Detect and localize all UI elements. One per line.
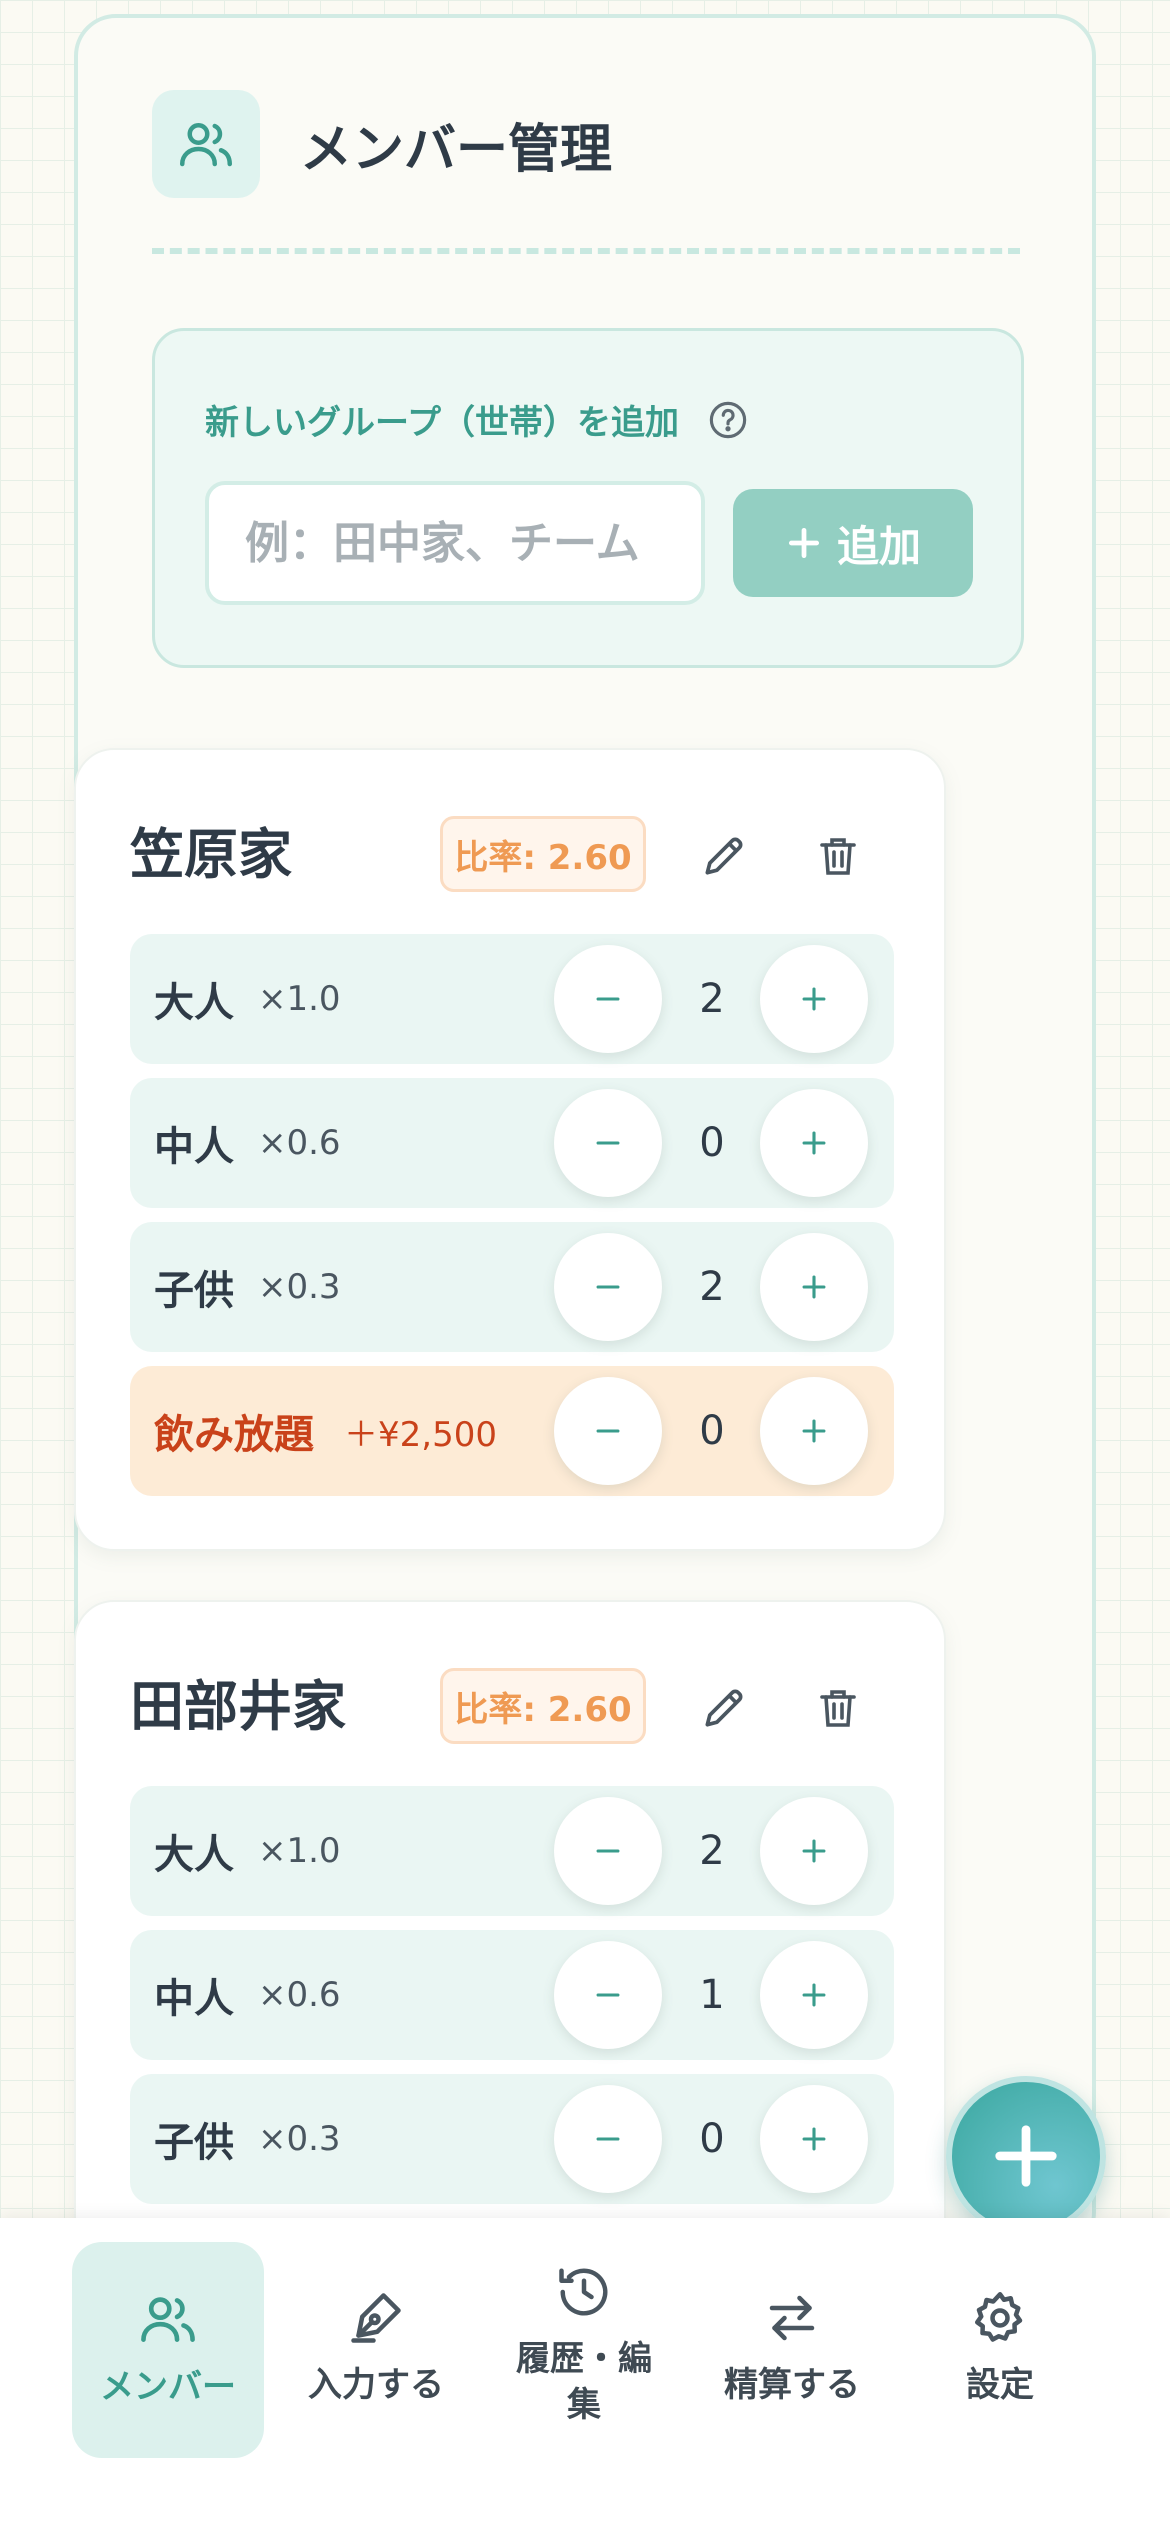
fab-add-button[interactable] (946, 2076, 1106, 2236)
decrement-button[interactable] (554, 1233, 662, 1341)
decrement-button[interactable] (554, 2085, 662, 2193)
plus-icon (802, 1983, 826, 2007)
member-row-middle: 中人 ×0.6 0 (130, 1078, 894, 1208)
count-value: 0 (699, 2116, 725, 2162)
add-group-label: 新しいグループ（世帯）を追加 (205, 403, 679, 443)
row-label: 飲み放題 (154, 1412, 314, 1458)
member-row-adult: 大人 ×1.0 2 (130, 934, 894, 1064)
transfer-icon (769, 2295, 815, 2341)
plus-icon (802, 987, 826, 1011)
nav-members[interactable]: メンバー (72, 2242, 264, 2458)
count-value: 0 (699, 1120, 725, 1166)
decrement-button[interactable] (554, 1797, 662, 1905)
minus-icon (596, 2137, 620, 2141)
nav-label: 入力する (308, 2365, 444, 2405)
household-card: 田部井家 比率: 2.60 大人 ×1.0 2 中人 ×0.6 1 子供 ×0.… (74, 1600, 946, 2320)
group-name-input[interactable] (205, 481, 705, 605)
add-group-button[interactable]: 追加 (733, 489, 973, 597)
minus-icon (596, 1141, 620, 1145)
increment-button[interactable] (760, 1233, 868, 1341)
decrement-button[interactable] (554, 945, 662, 1053)
household-name: 田部井家 (130, 1675, 346, 1738)
member-row-child: 子供 ×0.3 2 (130, 1222, 894, 1352)
row-label: 大人 (154, 1832, 234, 1878)
minus-icon (596, 1849, 620, 1853)
edit-household-button[interactable] (692, 824, 756, 888)
row-multiplier: ×1.0 (258, 1831, 341, 1871)
member-row-drink-plan: 飲み放題 ＋¥2,500 0 (130, 1366, 894, 1496)
minus-icon (596, 1993, 620, 1997)
nav-settings[interactable]: 設定 (904, 2242, 1096, 2458)
row-multiplier: ×0.6 (258, 1975, 341, 2015)
ratio-badge: 比率: 2.60 (440, 1668, 646, 1744)
increment-button[interactable] (760, 2085, 868, 2193)
increment-button[interactable] (760, 1377, 868, 1485)
nav-settle[interactable]: 精算する (696, 2242, 888, 2458)
row-multiplier: ×1.0 (258, 979, 341, 1019)
bottom-nav: メンバー 入力する 履歴・編集 精算する 設定 (0, 2218, 1170, 2532)
page-title: メンバー管理 (300, 119, 613, 180)
count-value: 2 (699, 976, 725, 1022)
nav-input[interactable]: 入力する (280, 2242, 472, 2458)
pen-icon (351, 2293, 401, 2343)
increment-button[interactable] (760, 1089, 868, 1197)
plus-icon (802, 1131, 826, 1155)
dashed-divider (152, 248, 1020, 254)
row-multiplier: ×0.3 (258, 2119, 341, 2159)
edit-household-button[interactable] (692, 1676, 756, 1740)
minus-icon (596, 1285, 620, 1289)
users-icon (141, 2297, 195, 2342)
nav-label: 履歴・編集 (516, 2339, 652, 2425)
nav-label: 精算する (724, 2365, 860, 2405)
delete-household-button[interactable] (806, 824, 870, 888)
plus-icon (788, 527, 820, 559)
gear-icon (975, 2292, 1023, 2342)
users-icon (152, 90, 260, 198)
add-button-label: 追加 (836, 521, 921, 571)
row-label: 子供 (154, 2120, 234, 2166)
decrement-button[interactable] (554, 1377, 662, 1485)
increment-button[interactable] (760, 1941, 868, 2049)
increment-button[interactable] (760, 1797, 868, 1905)
household-card: 笠原家 比率: 2.60 大人 ×1.0 2 中人 ×0.6 0 子供 ×0.3… (74, 748, 946, 1551)
add-group-section: 新しいグループ（世帯）を追加 追加 (152, 328, 1024, 668)
pencil-icon (705, 837, 743, 875)
plus-icon (802, 1275, 826, 1299)
minus-icon (596, 997, 620, 1001)
nav-label: 設定 (966, 2365, 1034, 2405)
row-label: 子供 (154, 1268, 234, 1314)
history-icon (559, 2268, 608, 2316)
plus-icon (802, 2127, 826, 2151)
row-label: 中人 (154, 1976, 234, 2022)
member-row-adult: 大人 ×1.0 2 (130, 1786, 894, 1916)
count-value: 0 (699, 1408, 725, 1454)
member-row-child: 子供 ×0.3 0 (130, 2074, 894, 2204)
increment-button[interactable] (760, 945, 868, 1053)
help-icon[interactable] (707, 399, 749, 441)
decrement-button[interactable] (554, 1089, 662, 1197)
row-label: 中人 (154, 1124, 234, 1170)
row-multiplier: ×0.3 (258, 1267, 341, 1307)
trash-icon (820, 1690, 856, 1727)
row-surcharge: ＋¥2,500 (344, 1414, 497, 1455)
minus-icon (596, 1429, 620, 1433)
row-multiplier: ×0.6 (258, 1123, 341, 1163)
nav-label: メンバー (100, 2367, 236, 2407)
decrement-button[interactable] (554, 1941, 662, 2049)
household-name: 笠原家 (130, 823, 292, 886)
delete-household-button[interactable] (806, 1676, 870, 1740)
pencil-icon (705, 1689, 743, 1727)
plus-icon (802, 1839, 826, 1863)
trash-icon (820, 838, 856, 875)
nav-history[interactable]: 履歴・編集 (488, 2242, 680, 2458)
row-label: 大人 (154, 980, 234, 1026)
member-row-middle: 中人 ×0.6 1 (130, 1930, 894, 2060)
plus-icon (995, 2125, 1057, 2187)
count-value: 1 (699, 1972, 725, 2018)
plus-icon (802, 1419, 826, 1443)
count-value: 2 (699, 1264, 725, 1310)
panel-header: メンバー管理 (152, 90, 1020, 198)
ratio-badge: 比率: 2.60 (440, 816, 646, 892)
count-value: 2 (699, 1828, 725, 1874)
